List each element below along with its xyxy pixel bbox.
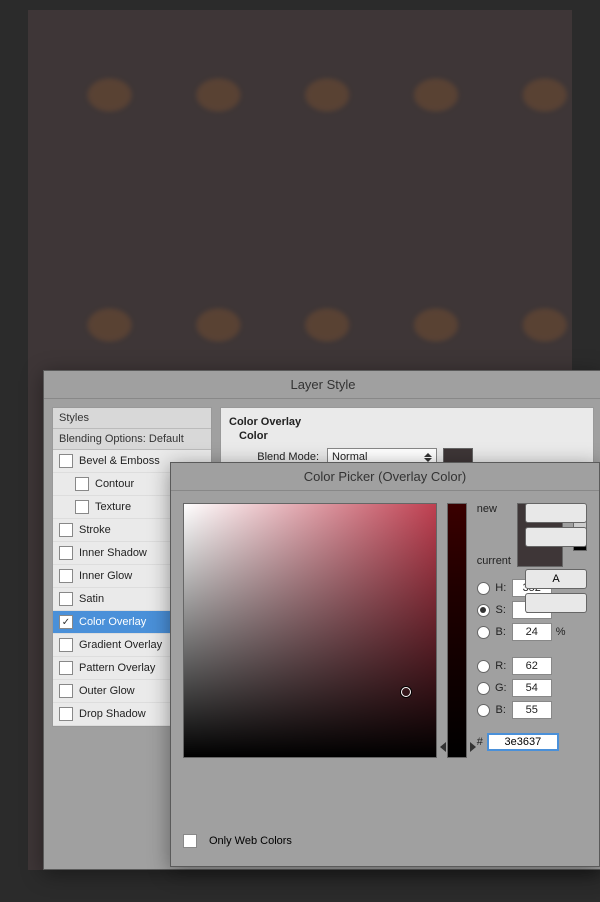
style-label: Bevel & Emboss	[79, 455, 160, 467]
style-checkbox[interactable]	[59, 684, 73, 698]
color-mode-radio-g[interactable]	[477, 682, 490, 695]
field-label: H:	[494, 582, 508, 594]
style-checkbox[interactable]	[75, 477, 89, 491]
current-color-label: current	[477, 555, 511, 567]
style-checkbox[interactable]	[59, 546, 73, 560]
style-checkbox[interactable]	[75, 500, 89, 514]
rgb-row-g: G: 54	[477, 679, 587, 697]
style-checkbox[interactable]	[59, 638, 73, 652]
style-label: Color Overlay	[79, 616, 146, 628]
rgb-row-r: R: 62	[477, 657, 587, 675]
hsb-row-b: B: 24%	[477, 623, 587, 641]
new-color-label: new	[477, 503, 511, 515]
style-checkbox[interactable]	[59, 523, 73, 537]
style-label: Gradient Overlay	[79, 639, 162, 651]
only-web-colors-label: Only Web Colors	[209, 835, 292, 847]
style-checkbox[interactable]	[59, 592, 73, 606]
color-picker-dialog: Color Picker (Overlay Color) new current	[170, 462, 600, 867]
blending-options-header[interactable]: Blending Options: Default	[53, 429, 211, 450]
field-label: B:	[494, 704, 508, 716]
color-mode-radio-s[interactable]	[477, 604, 490, 617]
style-label: Texture	[95, 501, 131, 513]
style-checkbox[interactable]	[59, 661, 73, 675]
style-label: Contour	[95, 478, 134, 490]
field-label: S:	[494, 604, 508, 616]
rgb-row-b: B: 55	[477, 701, 587, 719]
g-input[interactable]: 54	[512, 679, 552, 697]
color-libraries-button[interactable]	[525, 593, 587, 613]
style-label: Inner Shadow	[79, 547, 147, 559]
style-checkbox[interactable]	[59, 454, 73, 468]
color-mode-radio-h[interactable]	[477, 582, 490, 595]
b-input[interactable]: 24	[512, 623, 552, 641]
color-field[interactable]	[183, 503, 437, 758]
style-checkbox[interactable]: ✓	[59, 615, 73, 629]
only-web-colors-checkbox[interactable]	[183, 834, 197, 848]
group-title: Color Overlay	[229, 416, 585, 428]
color-mode-radio-b[interactable]	[477, 626, 490, 639]
hex-label: #	[477, 736, 483, 748]
style-label: Outer Glow	[79, 685, 135, 697]
dialog-title[interactable]: Color Picker (Overlay Color)	[171, 463, 599, 491]
style-checkbox[interactable]	[59, 569, 73, 583]
style-label: Inner Glow	[79, 570, 132, 582]
add-swatch-button[interactable]: A	[525, 569, 587, 589]
field-label: R:	[494, 660, 508, 672]
select-chevrons-icon	[424, 453, 432, 462]
field-label: G:	[494, 682, 508, 694]
color-mode-radio-b[interactable]	[477, 704, 490, 717]
hue-slider[interactable]	[447, 503, 467, 758]
field-label: B:	[494, 626, 508, 638]
hex-input[interactable]: 3e3637	[487, 733, 559, 751]
color-field-cursor-icon[interactable]	[401, 687, 411, 697]
cancel-button[interactable]	[525, 527, 587, 547]
unit-label: %	[556, 626, 570, 638]
canvas-texture	[28, 20, 572, 170]
style-label: Drop Shadow	[79, 708, 146, 720]
group-subtitle: Color	[229, 430, 585, 442]
color-mode-radio-r[interactable]	[477, 660, 490, 673]
style-checkbox[interactable]	[59, 707, 73, 721]
style-label: Satin	[79, 593, 104, 605]
hue-slider-thumb[interactable]	[440, 742, 476, 752]
dialog-title[interactable]: Layer Style	[44, 371, 600, 399]
b-input[interactable]: 55	[512, 701, 552, 719]
r-input[interactable]: 62	[512, 657, 552, 675]
style-label: Stroke	[79, 524, 111, 536]
style-label: Pattern Overlay	[79, 662, 155, 674]
styles-header[interactable]: Styles	[53, 408, 211, 429]
ok-button[interactable]	[525, 503, 587, 523]
